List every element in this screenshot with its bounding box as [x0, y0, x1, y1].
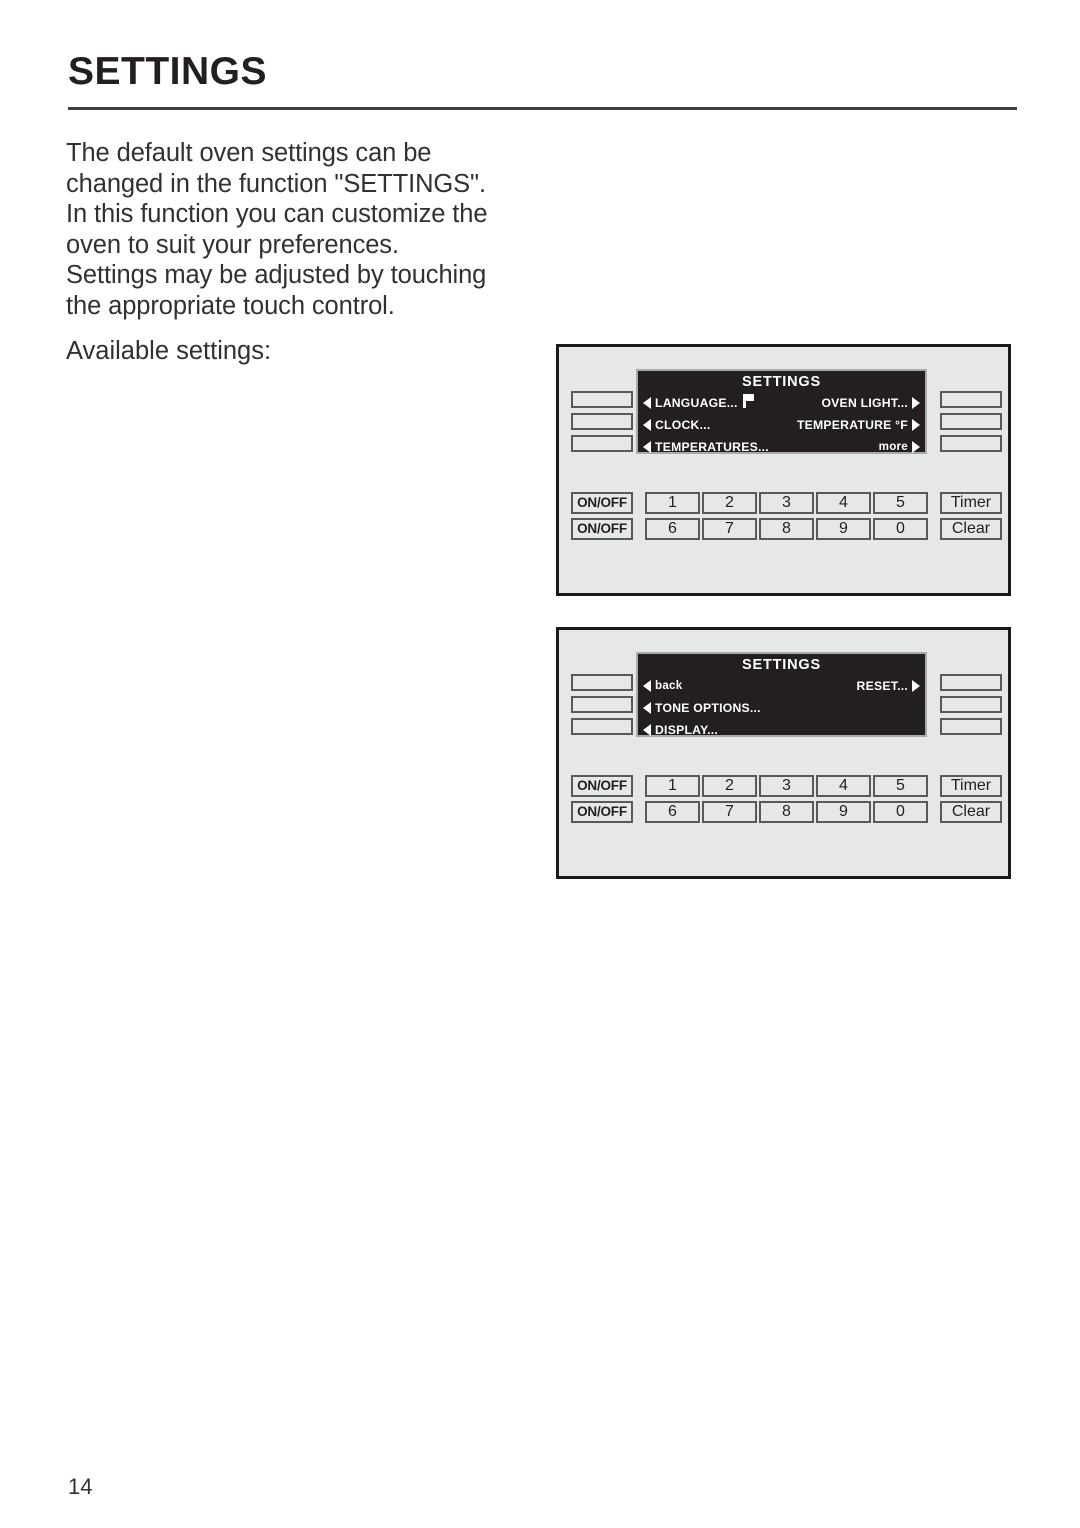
display-menu-item-clock[interactable]: CLOCK...: [643, 418, 711, 432]
lcd-display-2: SETTINGS back RESET... TONE OPTIONS... D…: [638, 654, 925, 737]
display-menu-item-display[interactable]: DISPLAY...: [643, 723, 718, 737]
display-row-2: TONE OPTIONS...: [643, 698, 920, 717]
timer-button[interactable]: Timer: [940, 775, 1002, 797]
key-3[interactable]: 3: [759, 492, 814, 514]
softkey-right-2[interactable]: [940, 696, 1002, 713]
display-menu-item-reset[interactable]: RESET...: [857, 679, 920, 693]
softkey-left-3[interactable]: [571, 435, 633, 452]
softkey-right-1[interactable]: [940, 391, 1002, 408]
display-menu-label: RESET...: [856, 678, 908, 693]
clear-button[interactable]: Clear: [940, 801, 1002, 823]
key-9[interactable]: 9: [816, 801, 871, 823]
display-menu-item-temperatures[interactable]: TEMPERATURES...: [643, 440, 769, 454]
header-divider: [68, 107, 1017, 110]
softkey-right-1[interactable]: [940, 674, 1002, 691]
key-9[interactable]: 9: [816, 518, 871, 540]
control-panel-diagram-1: SETTINGS LANGUAGE... OVEN LIGHT... CLOCK…: [556, 344, 1011, 596]
on-off-button-upper[interactable]: ON/OFF: [571, 492, 633, 514]
key-6[interactable]: 6: [645, 518, 700, 540]
intro-line-5: Settings may be adjusted by touching: [66, 261, 487, 290]
key-4[interactable]: 4: [816, 775, 871, 797]
display-menu-item-tone-options[interactable]: TONE OPTIONS...: [643, 701, 761, 715]
left-arrow-icon: [643, 679, 651, 692]
left-arrow-icon: [643, 418, 651, 431]
key-5[interactable]: 5: [873, 492, 928, 514]
display-menu-label: TONE OPTIONS...: [655, 700, 761, 715]
softkey-left-2[interactable]: [571, 696, 633, 713]
display-menu-label: TEMPERATURE °F: [796, 417, 908, 432]
display-bezel-1: SETTINGS LANGUAGE... OVEN LIGHT... CLOCK…: [636, 369, 927, 454]
key-3[interactable]: 3: [759, 775, 814, 797]
right-arrow-icon: [912, 679, 920, 692]
display-menu-label: OVEN LIGHT...: [821, 395, 908, 410]
softkey-left-1[interactable]: [571, 391, 633, 408]
lcd-display-1: SETTINGS LANGUAGE... OVEN LIGHT... CLOCK…: [638, 371, 925, 454]
softkey-left-2[interactable]: [571, 413, 633, 430]
page-title: SETTINGS: [68, 50, 268, 93]
intro-line-3: In this function you can customize the: [66, 200, 488, 229]
display-row-2: CLOCK... TEMPERATURE °F: [643, 415, 920, 434]
display-menu-item-oven-light[interactable]: OVEN LIGHT...: [821, 396, 920, 410]
key-6[interactable]: 6: [645, 801, 700, 823]
key-2[interactable]: 2: [702, 492, 757, 514]
flag-cloth: [745, 394, 754, 401]
left-arrow-icon: [643, 396, 651, 409]
intro-line-1: The default oven settings can be: [66, 139, 432, 167]
display-title-1: SETTINGS: [742, 374, 821, 390]
on-off-button-lower[interactable]: ON/OFF: [571, 518, 633, 540]
softkey-right-3[interactable]: [940, 718, 1002, 735]
display-title-2: SETTINGS: [742, 657, 821, 673]
display-menu-item-back[interactable]: back: [643, 679, 682, 692]
available-settings-label: Available settings:: [66, 337, 272, 365]
key-2[interactable]: 2: [702, 775, 757, 797]
key-4[interactable]: 4: [816, 492, 871, 514]
left-arrow-icon: [643, 701, 651, 714]
left-arrow-icon: [643, 723, 651, 736]
page-number: 14: [68, 1474, 93, 1499]
display-menu-label: DISPLAY...: [655, 722, 719, 737]
display-row-1: LANGUAGE... OVEN LIGHT...: [643, 393, 920, 412]
intro-paragraph: The default oven settings can be changed…: [66, 138, 536, 322]
display-menu-item-language[interactable]: LANGUAGE...: [643, 394, 754, 410]
display-row-1: back RESET...: [643, 676, 920, 695]
right-arrow-icon: [912, 440, 920, 453]
key-1[interactable]: 1: [645, 775, 700, 797]
display-menu-label: CLOCK...: [655, 417, 711, 432]
right-arrow-icon: [912, 418, 920, 431]
control-panel-diagram-2: SETTINGS back RESET... TONE OPTIONS... D…: [556, 627, 1011, 879]
softkey-right-2[interactable]: [940, 413, 1002, 430]
key-7[interactable]: 7: [702, 801, 757, 823]
display-menu-label: back: [655, 679, 683, 692]
key-8[interactable]: 8: [759, 801, 814, 823]
softkey-left-1[interactable]: [571, 674, 633, 691]
intro-line-2: changed in the function "SETTINGS".: [66, 169, 486, 198]
softkey-right-3[interactable]: [940, 435, 1002, 452]
clear-button[interactable]: Clear: [940, 518, 1002, 540]
display-menu-label: LANGUAGE...: [655, 395, 738, 410]
display-menu-item-temperature-unit[interactable]: TEMPERATURE °F: [797, 418, 920, 432]
key-8[interactable]: 8: [759, 518, 814, 540]
left-arrow-icon: [643, 440, 651, 453]
key-1[interactable]: 1: [645, 492, 700, 514]
on-off-button-upper[interactable]: ON/OFF: [571, 775, 633, 797]
key-0[interactable]: 0: [873, 518, 928, 540]
softkey-left-3[interactable]: [571, 718, 633, 735]
display-row-3: DISPLAY...: [643, 720, 920, 739]
display-menu-label: more: [878, 440, 908, 453]
key-5[interactable]: 5: [873, 775, 928, 797]
display-row-3: TEMPERATURES... more: [643, 437, 920, 456]
display-menu-label: TEMPERATURES...: [655, 439, 769, 454]
display-bezel-2: SETTINGS back RESET... TONE OPTIONS... D…: [636, 652, 927, 737]
display-menu-item-more[interactable]: more: [879, 440, 920, 453]
key-7[interactable]: 7: [702, 518, 757, 540]
intro-line-4: oven to suit your preferences.: [66, 230, 399, 259]
flag-icon: [742, 394, 754, 408]
timer-button[interactable]: Timer: [940, 492, 1002, 514]
key-0[interactable]: 0: [873, 801, 928, 823]
right-arrow-icon: [912, 396, 920, 409]
on-off-button-lower[interactable]: ON/OFF: [571, 801, 633, 823]
intro-line-6: the appropriate touch control.: [66, 291, 395, 320]
